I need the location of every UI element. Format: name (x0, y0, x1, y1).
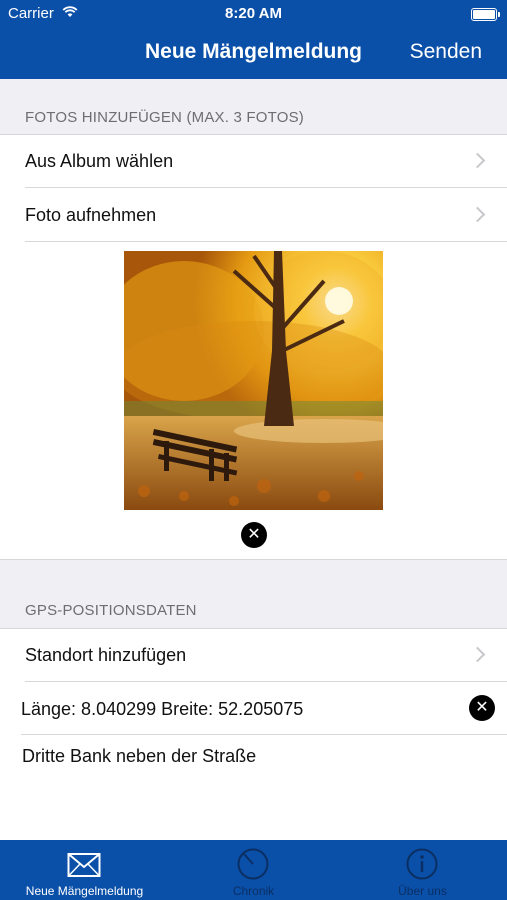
top-bar: Carrier 8:20 AM Neue Mängelmeldung Sende… (0, 0, 507, 79)
tab-label: Chronik (232, 884, 275, 898)
take-photo-label: Foto aufnehmen (25, 205, 157, 225)
tab-label: Neue Mängelmeldung (25, 884, 144, 898)
battery-icon (471, 8, 500, 21)
choose-from-album-label: Aus Album wählen (25, 151, 174, 171)
coordinates-text: Länge: 8.040299 Breite: 52.205075 (21, 699, 304, 719)
add-location-label: Standort hinzufügen (25, 645, 187, 665)
remove-location-button[interactable]: ✕ (469, 695, 495, 721)
status-bar: Carrier 8:20 AM (0, 0, 507, 28)
description-text: Dritte Bank neben der Straße (22, 746, 257, 766)
info-icon (405, 848, 439, 880)
remove-photo-button[interactable]: ✕ (241, 522, 267, 548)
chevron-right-icon (469, 152, 486, 169)
tab-new-report[interactable]: Neue Mängelmeldung (0, 840, 169, 900)
tab-bar: Neue Mängelmeldung Chronik Über uns (0, 840, 507, 900)
chevron-right-icon (469, 646, 486, 663)
gps-header-label: GPS-POSITIONSDATEN (25, 602, 197, 619)
choose-from-album-row[interactable]: Aus Album wählen (0, 135, 507, 187)
envelope-icon (67, 848, 101, 880)
divider (25, 241, 507, 242)
clock-icon (236, 848, 270, 880)
clock-time: 8:20 AM (225, 5, 282, 22)
description-field[interactable]: Dritte Bank neben der Straße (0, 735, 507, 795)
tab-about[interactable]: Über uns (338, 840, 507, 900)
take-photo-row[interactable]: Foto aufnehmen (0, 188, 507, 241)
add-location-row[interactable]: Standort hinzufügen (0, 629, 507, 681)
send-button[interactable]: Senden (410, 40, 482, 64)
close-icon: ✕ (247, 526, 261, 543)
gps-section-header: GPS-POSITIONSDATEN (0, 560, 507, 628)
chevron-right-icon (469, 206, 486, 223)
photo-thumbnail (124, 251, 383, 510)
tab-history[interactable]: Chronik (169, 840, 338, 900)
photos-section-header: FOTOS HINZUFÜGEN (MAX. 3 FOTOS) (0, 79, 507, 134)
photos-header-label: FOTOS HINZUFÜGEN (MAX. 3 FOTOS) (25, 109, 304, 126)
close-icon: ✕ (475, 699, 489, 716)
tab-label: Über uns (398, 884, 447, 898)
coordinates-row: Länge: 8.040299 Breite: 52.205075 ✕ (0, 682, 507, 734)
